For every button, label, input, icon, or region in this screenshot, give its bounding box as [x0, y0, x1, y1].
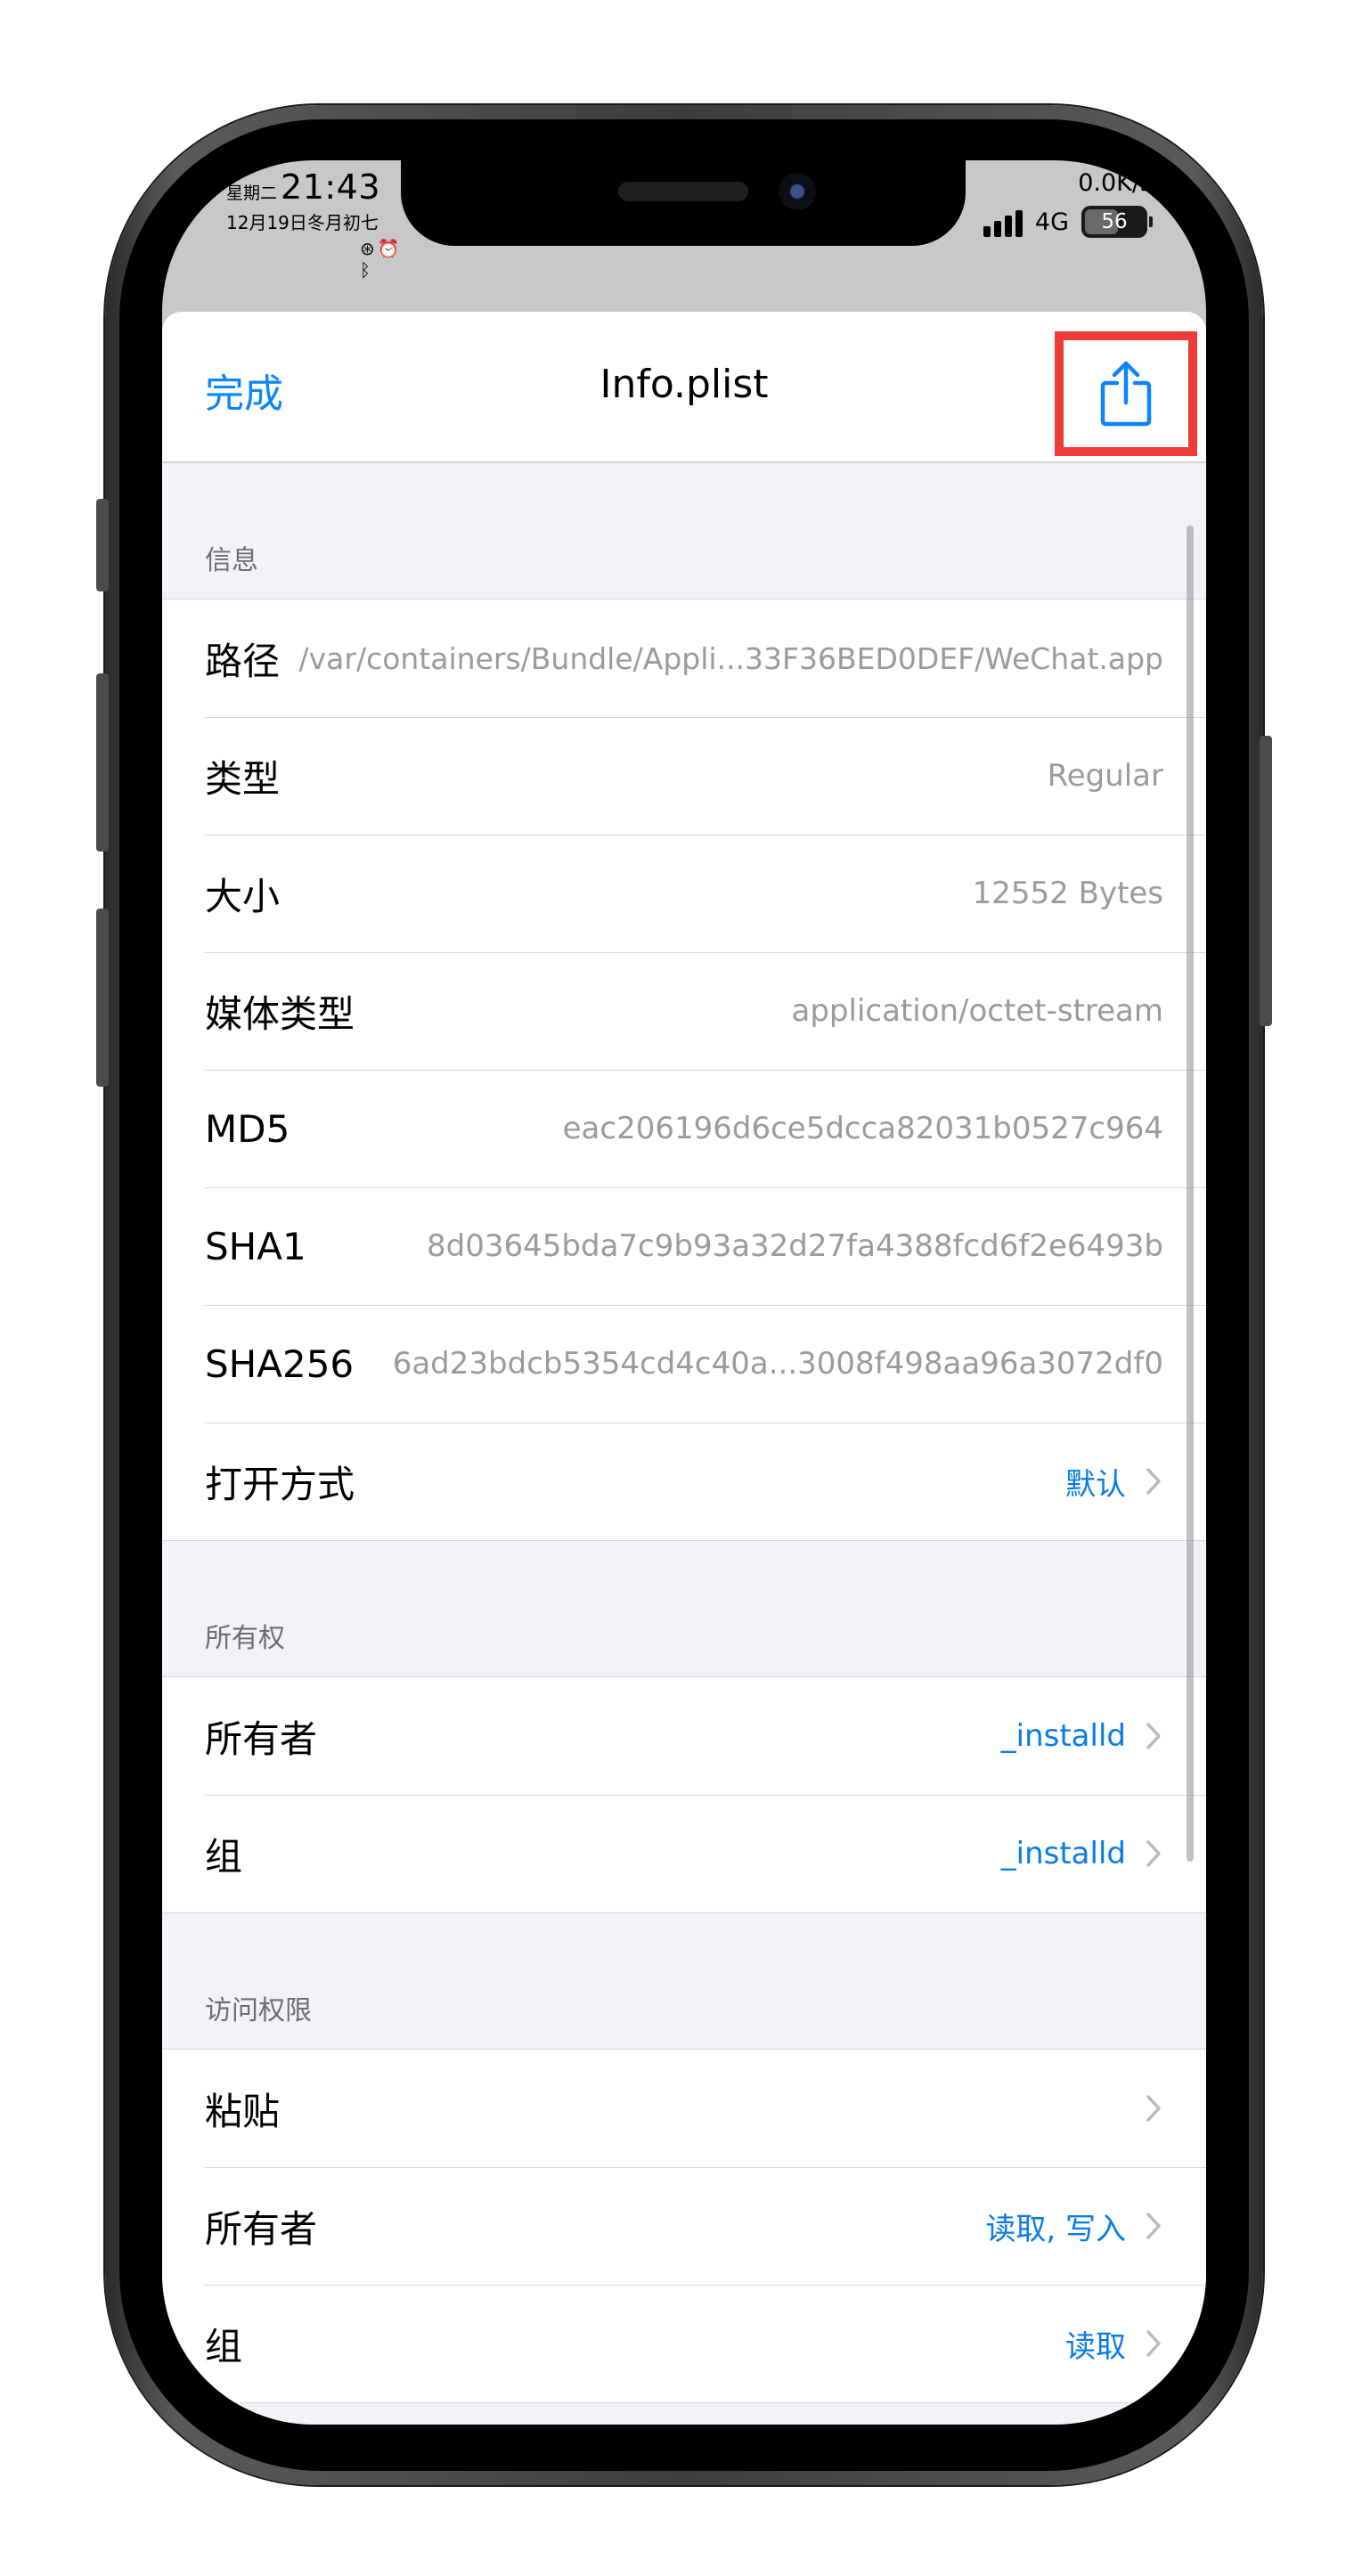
status-lunar-date: 12月19日冬月初七: [226, 212, 379, 233]
status-bar-right: 0.0K/s 4G 56: [975, 169, 1153, 238]
row-value: application/octet-stream: [791, 993, 1164, 1029]
scrollbar[interactable]: [1187, 526, 1194, 1862]
section-header-ownership: 所有权: [162, 1541, 1206, 1676]
alarm-icon: ⏰: [377, 238, 403, 259]
mute-switch: [96, 499, 109, 591]
file-info-sheet: 完成 Info.plist 信息 路径 /var/containers/Bund…: [162, 312, 1206, 2425]
row-label: 媒体类型: [205, 991, 355, 1036]
section-header-permissions: 访问权限: [162, 1913, 1206, 2049]
row-type: 类型 Regular: [162, 717, 1206, 835]
row-value: eac206196d6ce5dcca82031b0527c964: [562, 1111, 1163, 1146]
chevron-right-icon: [1146, 2093, 1163, 2124]
section-header-permissions-label: 访问权限: [205, 1995, 312, 2026]
row-label: 大小: [205, 874, 281, 918]
chevron-right-icon: [1146, 1466, 1163, 1496]
row-label: 粘贴: [205, 2089, 281, 2133]
status-bar-left: 星期二 21:43 12月19日冬月初七 ⊛⏰ᛒ: [226, 167, 404, 281]
row-label: 组: [205, 1834, 243, 1879]
share-button[interactable]: [1055, 331, 1197, 456]
row-value: Regular: [1047, 758, 1163, 794]
row-sha1: SHA1 8d03645bda7c9b93a32d27fa4388fcd6f2e…: [162, 1187, 1206, 1305]
share-icon: [1100, 361, 1152, 427]
phone-screen: 星期二 21:43 12月19日冬月初七 ⊛⏰ᛒ 0.0K/s 4G 56 完成…: [162, 160, 1206, 2425]
power-button: [1260, 736, 1272, 1026]
row-path: 路径 /var/containers/Bundle/Appli...33F36B…: [162, 599, 1206, 717]
row-value: 6ad23bdcb5354cd4c40a...3008f498aa96a3072…: [392, 1346, 1163, 1382]
battery-percentage: 56: [1101, 210, 1128, 233]
row-paste[interactable]: 粘贴: [162, 2050, 1206, 2167]
row-value: 默认: [1065, 1466, 1126, 1503]
status-indicator-icons: ⊛⏰ᛒ: [226, 238, 404, 281]
row-value: _installd: [1000, 1718, 1126, 1754]
battery-cap: [1149, 216, 1153, 227]
battery-icon: 56: [1081, 206, 1147, 238]
row-value: 8d03645bda7c9b93a32d27fa4388fcd6f2e6493b: [427, 1228, 1163, 1264]
row-open-with[interactable]: 打开方式 默认: [162, 1423, 1206, 1540]
volume-down-button: [96, 909, 109, 1087]
row-permission-owner[interactable]: 所有者 读取, 写入: [162, 2167, 1206, 2285]
row-media-type: 媒体类型 application/octet-stream: [162, 952, 1206, 1070]
front-camera: [779, 173, 816, 210]
row-label: MD5: [205, 1106, 290, 1151]
row-sha256: SHA256 6ad23bdcb5354cd4c40a...3008f498aa…: [162, 1305, 1206, 1423]
row-value: 读取, 写入: [985, 2211, 1126, 2247]
row-permission-group[interactable]: 组 读取: [162, 2285, 1206, 2402]
notch: [401, 160, 966, 246]
page-title: Info.plist: [599, 362, 769, 407]
row-value: /var/containers/Bundle/Appli...33F36BED0…: [298, 640, 1163, 676]
earpiece-speaker: [618, 182, 748, 201]
row-label: SHA1: [205, 1224, 306, 1268]
row-owner[interactable]: 所有者 _installd: [162, 1677, 1206, 1795]
row-value: 12552 Bytes: [972, 876, 1163, 911]
navigation-bar: 完成 Info.plist: [162, 312, 1206, 463]
row-label: 所有者: [205, 1716, 318, 1761]
info-group: 路径 /var/containers/Bundle/Appli...33F36B…: [162, 599, 1206, 1541]
chevron-right-icon: [1146, 1838, 1163, 1869]
chevron-right-icon: [1146, 2211, 1163, 2241]
settings-list: 信息 路径 /var/containers/Bundle/Appli...33F…: [162, 463, 1206, 2403]
row-label: 打开方式: [205, 1462, 355, 1506]
section-header-info: 信息: [162, 463, 1206, 599]
chevron-right-icon: [1146, 1721, 1163, 1751]
row-group[interactable]: 组 _installd: [162, 1795, 1206, 1912]
permissions-group: 粘贴 所有者 读取, 写入 组 读取: [162, 2049, 1206, 2403]
section-header-ownership-label: 所有权: [205, 1623, 285, 1654]
row-label: 类型: [205, 756, 281, 801]
row-label: 所有者: [205, 2206, 318, 2251]
bluetooth-icon: ᛒ: [360, 259, 373, 281]
row-size: 大小 12552 Bytes: [162, 835, 1206, 952]
row-value: _installd: [1000, 1836, 1126, 1871]
orientation-lock-icon: ⊛: [360, 238, 378, 259]
volume-up-button: [96, 673, 109, 852]
row-label: SHA256: [205, 1341, 355, 1386]
network-type: 4G: [1034, 208, 1069, 236]
row-value: 读取: [1065, 2328, 1126, 2365]
row-md5: MD5 eac206196d6ce5dcca82031b0527c964: [162, 1070, 1206, 1187]
chevron-right-icon: [1146, 2328, 1163, 2359]
ownership-group: 所有者 _installd 组 _installd: [162, 1676, 1206, 1913]
row-label: 组: [205, 2324, 243, 2368]
row-label: 路径: [205, 639, 281, 683]
cellular-signal-icon: [983, 207, 1023, 237]
status-time: 21:43: [281, 167, 381, 207]
network-speed: 0.0K/s: [1078, 169, 1153, 197]
status-weekday: 星期二: [226, 183, 278, 203]
section-header-info-label: 信息: [205, 545, 258, 576]
